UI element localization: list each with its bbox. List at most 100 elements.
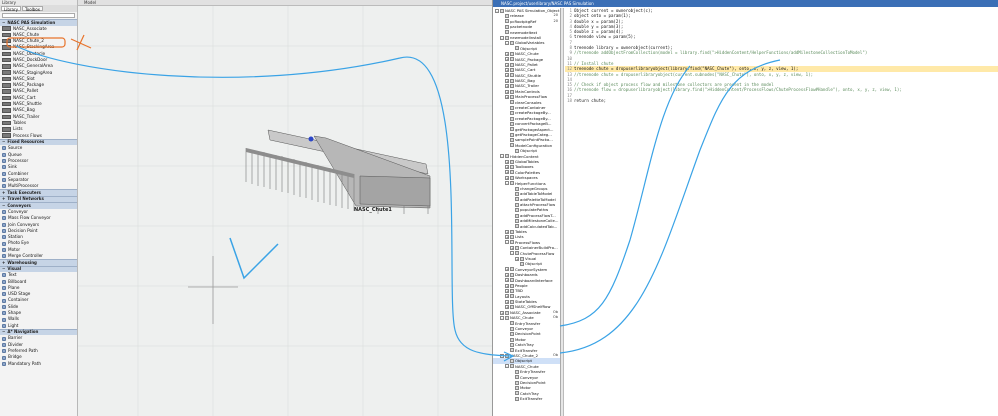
node-icon — [510, 299, 514, 304]
leaf-icon — [510, 208, 514, 212]
object-icon — [2, 210, 6, 215]
collapse-icon[interactable]: - — [500, 154, 504, 159]
collapse-icon[interactable]: - — [500, 353, 504, 358]
axis-cross — [188, 256, 238, 324]
object-icon — [2, 228, 6, 233]
node-icon — [510, 326, 514, 331]
object-icon — [2, 241, 6, 246]
leaf-icon — [510, 149, 514, 153]
model-view[interactable]: Model NASC_Chute1 — [78, 0, 492, 416]
expand-icon[interactable]: + — [505, 94, 509, 99]
library-item-label: Light — [8, 322, 19, 328]
expand-icon[interactable]: + — [505, 78, 509, 83]
script-editor[interactable]: 1 Object current = ownerobject(c); 2 object… — [565, 8, 998, 416]
expand-icon[interactable]: + — [505, 67, 509, 72]
node-icon — [510, 170, 514, 175]
node-icon — [520, 256, 524, 261]
expand-icon[interactable]: + — [505, 272, 509, 277]
object-tree[interactable]: - NASC PAS Simulation_Object release 20 pcRo… — [493, 8, 561, 416]
expand-icon[interactable]: + — [505, 57, 509, 62]
leaf-icon — [500, 19, 504, 23]
expand-icon[interactable]: + — [505, 235, 509, 240]
node-icon — [510, 229, 514, 234]
library-tabs: Library Toolbox — [0, 5, 77, 12]
expand-icon[interactable]: + — [505, 229, 509, 234]
object-icon — [2, 108, 11, 113]
model-canvas[interactable] — [78, 6, 492, 416]
collapse-icon[interactable]: - — [500, 35, 504, 40]
collapse-icon[interactable]: - — [505, 181, 509, 186]
node-icon — [510, 41, 514, 46]
node-icon — [510, 127, 514, 132]
object-icon — [2, 222, 6, 227]
node-icon — [510, 294, 514, 299]
expand-icon[interactable]: + — [505, 62, 509, 67]
object-icon — [2, 216, 6, 221]
expand-icon[interactable]: + — [510, 245, 514, 250]
fixed-item-list: Source Queue Processor Sink Combiner Separato… — [0, 145, 77, 189]
node-icon — [510, 272, 514, 277]
collapse-icon[interactable]: - — [505, 41, 509, 46]
expand-icon[interactable]: + — [505, 267, 509, 272]
model-object-label: NASC_Chute1 — [354, 207, 392, 213]
collapse-icon[interactable]: - — [505, 364, 509, 369]
expand-icon[interactable]: + — [505, 289, 509, 293]
expand-icon[interactable]: + — [500, 310, 504, 315]
library-item-label: MultiProcessor — [8, 183, 39, 189]
object-icon — [2, 26, 11, 31]
expand-icon[interactable]: + — [505, 84, 509, 89]
node-icon — [510, 175, 514, 180]
node-icon — [505, 24, 509, 29]
node-icon — [515, 369, 519, 374]
collapse-icon[interactable]: - — [510, 251, 514, 256]
tab-library[interactable]: Library — [1, 6, 21, 12]
code-text: //treenode chute = dropuserlibraryobject… — [574, 71, 814, 77]
expand-icon[interactable]: + — [505, 299, 509, 304]
leaf-icon — [505, 327, 509, 331]
collapse-icon: − — [2, 139, 6, 145]
object-icon — [2, 89, 11, 94]
expand-icon[interactable]: + — [505, 170, 509, 175]
object-icon — [2, 45, 11, 50]
splitter[interactable] — [561, 8, 564, 416]
object-icon — [2, 64, 11, 69]
annotation-checkmark — [229, 237, 279, 280]
leaf-icon — [510, 224, 514, 228]
expand-icon[interactable]: + — [505, 165, 509, 170]
object-icon — [2, 304, 6, 309]
leaf-icon — [510, 386, 514, 390]
node-icon — [510, 305, 514, 310]
expand-icon[interactable]: + — [505, 51, 509, 56]
node-icon — [510, 342, 514, 347]
node-icon — [510, 67, 514, 72]
collapse-icon[interactable]: - — [495, 8, 499, 13]
node-icon — [505, 154, 509, 159]
expand-icon[interactable]: + — [505, 283, 509, 288]
collapse-icon[interactable]: - — [505, 240, 509, 245]
expand-icon[interactable]: + — [505, 89, 509, 94]
code-text: //treenode flow = dropuserlibraryobject(… — [574, 87, 902, 93]
leaf-icon — [510, 375, 514, 379]
expand-icon[interactable]: + — [515, 256, 519, 261]
node-icon — [510, 57, 514, 62]
tab-toolbox[interactable]: Toolbox — [22, 6, 43, 12]
expand-icon[interactable]: + — [505, 305, 509, 310]
object-icon — [2, 286, 6, 291]
library-search-input[interactable] — [2, 13, 75, 18]
tree-node[interactable]: ExitTransfer — [493, 396, 560, 401]
chute-model[interactable] — [245, 129, 431, 214]
node-icon — [510, 62, 514, 67]
leaf-icon — [505, 359, 509, 363]
expand-icon[interactable]: + — [505, 294, 509, 299]
code-line[interactable]: 18 return chute; — [565, 98, 998, 103]
node-icon — [515, 224, 519, 229]
collapse-icon[interactable]: - — [500, 315, 504, 320]
expand-icon[interactable]: + — [505, 159, 509, 164]
object-icon — [2, 349, 6, 354]
node-icon — [510, 100, 514, 105]
expand-icon[interactable]: + — [505, 175, 509, 180]
library-item-mandatory-path[interactable]: Mandatory Path — [0, 361, 77, 367]
expand-icon[interactable]: + — [505, 278, 509, 283]
expand-icon[interactable]: + — [505, 73, 509, 78]
node-icon — [510, 73, 514, 78]
